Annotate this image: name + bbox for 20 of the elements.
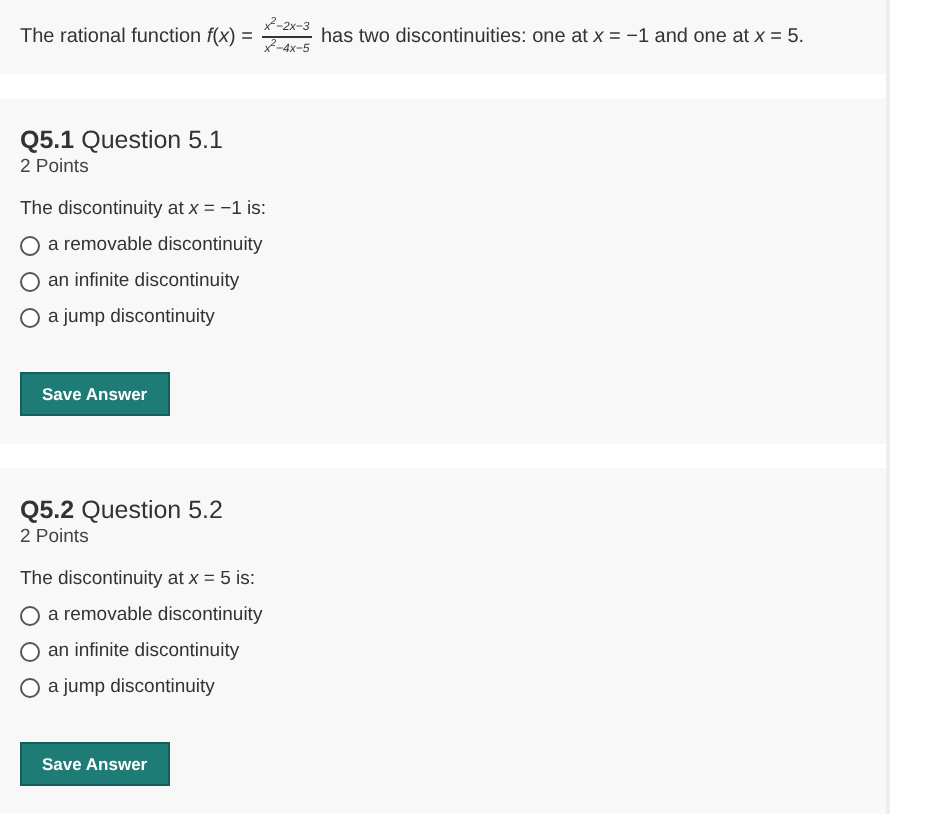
points-label: 2 Points (20, 156, 89, 178)
radio-button[interactable] (20, 235, 40, 255)
radio-button[interactable] (20, 271, 40, 291)
answer-option[interactable]: a jump discontinuity (20, 676, 215, 698)
radio-button[interactable] (20, 677, 40, 697)
answer-option[interactable]: a jump discontinuity (20, 306, 215, 328)
points-label: 2 Points (20, 526, 89, 548)
question-title: Q5.2 Question 5.2 (20, 496, 223, 524)
answer-option[interactable]: a removable discontinuity (20, 234, 263, 256)
save-answer-button[interactable]: Save Answer (20, 742, 170, 786)
radio-button[interactable] (20, 641, 40, 661)
save-answer-button[interactable]: Save Answer (20, 372, 170, 416)
answer-option[interactable]: a removable discontinuity (20, 604, 263, 626)
question-prompt: The discontinuity at x = 5 is: (20, 568, 255, 590)
question-title: Q5.1 Question 5.1 (20, 126, 223, 154)
radio-button[interactable] (20, 307, 40, 327)
answer-option[interactable]: an infinite discontinuity (20, 640, 240, 662)
radio-button[interactable] (20, 605, 40, 625)
question-prompt: The discontinuity at x = −1 is: (20, 198, 267, 220)
answer-option[interactable]: an infinite discontinuity (20, 270, 240, 292)
